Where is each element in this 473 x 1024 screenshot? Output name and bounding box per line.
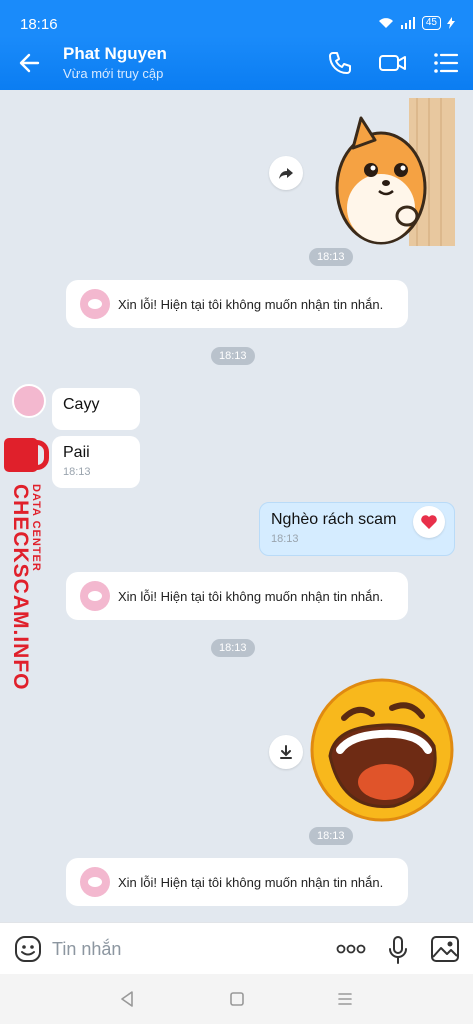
laughing-emoji-sticker[interactable] (310, 678, 455, 823)
message-input[interactable]: Tin nhắn (52, 939, 121, 960)
watermark-text: CHECKSCAM.INFO (9, 484, 32, 691)
nav-home-icon[interactable] (228, 990, 246, 1008)
video-call-icon[interactable] (378, 49, 408, 77)
forward-icon (279, 168, 293, 179)
reaction-button[interactable] (413, 506, 445, 538)
system-message: Xin lỗi! Hiện tại tôi không muốn nhận ti… (66, 858, 408, 906)
timestamp-pill: 18:13 (211, 347, 255, 365)
system-message-text: Xin lỗi! Hiện tại tôi không muốn nhận ti… (118, 296, 384, 312)
image-icon[interactable] (430, 935, 460, 963)
nav-back-icon[interactable] (118, 990, 136, 1008)
signal-icon (400, 17, 415, 29)
back-arrow-icon[interactable] (16, 49, 44, 77)
timestamp-pill: 18:13 (309, 248, 353, 266)
message-input-bar: Tin nhắn (0, 922, 473, 974)
received-message[interactable]: Paii 18:13 (52, 436, 140, 488)
system-message-text: Xin lỗi! Hiện tại tôi không muốn nhận ti… (118, 588, 384, 604)
phone-icon[interactable] (326, 49, 354, 77)
timestamp-pill: 18:13 (309, 827, 353, 845)
contact-avatar[interactable] (12, 384, 46, 418)
chat-area[interactable]: 18:13 Xin lỗi! Hiện tại tôi không muốn n… (0, 90, 473, 922)
status-bar: 18:16 45 (0, 0, 473, 36)
download-icon (280, 745, 292, 759)
contact-status: Vừa mới truy cập (63, 66, 164, 81)
mic-icon[interactable] (388, 935, 408, 965)
lock-icon (4, 438, 49, 472)
received-message[interactable]: Cayy (52, 388, 140, 430)
message-time: 18:13 (63, 466, 91, 478)
heart-icon (421, 515, 437, 529)
system-message: Xin lỗi! Hiện tại tôi không muốn nhận ti… (66, 280, 408, 328)
wifi-icon (378, 18, 393, 28)
dog-sticker[interactable] (333, 98, 456, 248)
contact-name[interactable]: Phat Nguyen (63, 44, 167, 64)
charging-icon (447, 17, 455, 29)
menu-icon[interactable] (432, 49, 460, 77)
more-icon[interactable] (336, 941, 366, 957)
forward-button[interactable] (269, 156, 303, 190)
system-nav-bar (0, 974, 473, 1024)
system-message-text: Xin lỗi! Hiện tại tôi không muốn nhận ti… (118, 874, 384, 890)
watermark: CHECKSCAM.INFO DATA CENTER (2, 438, 50, 691)
message-time: 18:13 (271, 533, 299, 545)
avatar (80, 867, 110, 897)
chat-header: Phat Nguyen Vừa mới truy cập (0, 36, 473, 90)
system-message: Xin lỗi! Hiện tại tôi không muốn nhận ti… (66, 572, 408, 620)
nav-recents-icon[interactable] (336, 990, 354, 1008)
avatar (80, 289, 110, 319)
message-text: Paii (63, 444, 90, 461)
battery-indicator: 45 (421, 16, 441, 30)
message-text: Cayy (63, 396, 100, 413)
emoji-icon[interactable] (14, 935, 42, 963)
download-button[interactable] (269, 735, 303, 769)
status-icons: 45 (378, 16, 455, 30)
avatar (80, 581, 110, 611)
watermark-subtext: DATA CENTER (30, 484, 42, 572)
timestamp-pill: 18:13 (211, 639, 255, 657)
status-time: 18:16 (20, 16, 58, 33)
